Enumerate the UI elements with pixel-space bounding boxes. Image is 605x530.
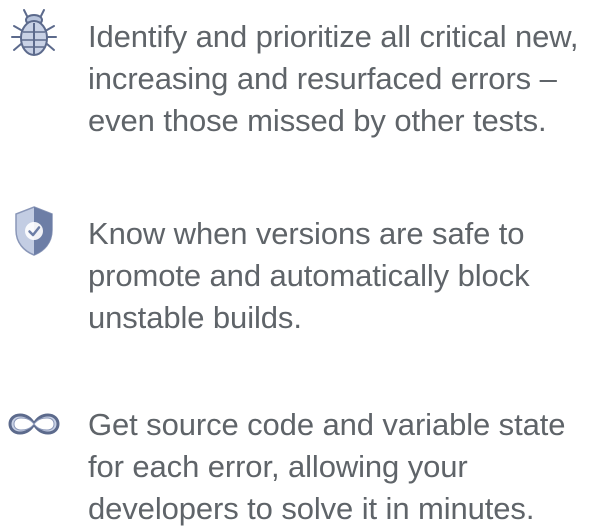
feature-text: Know when versions are safe to promote a…	[88, 216, 530, 335]
feature-text: Identify and prioritize all critical new…	[88, 19, 579, 138]
shield-check-icon	[6, 203, 62, 259]
bug-icon	[6, 6, 62, 62]
feature-text: Get source code and variable state for e…	[88, 407, 566, 526]
infinity-icon	[6, 396, 62, 452]
